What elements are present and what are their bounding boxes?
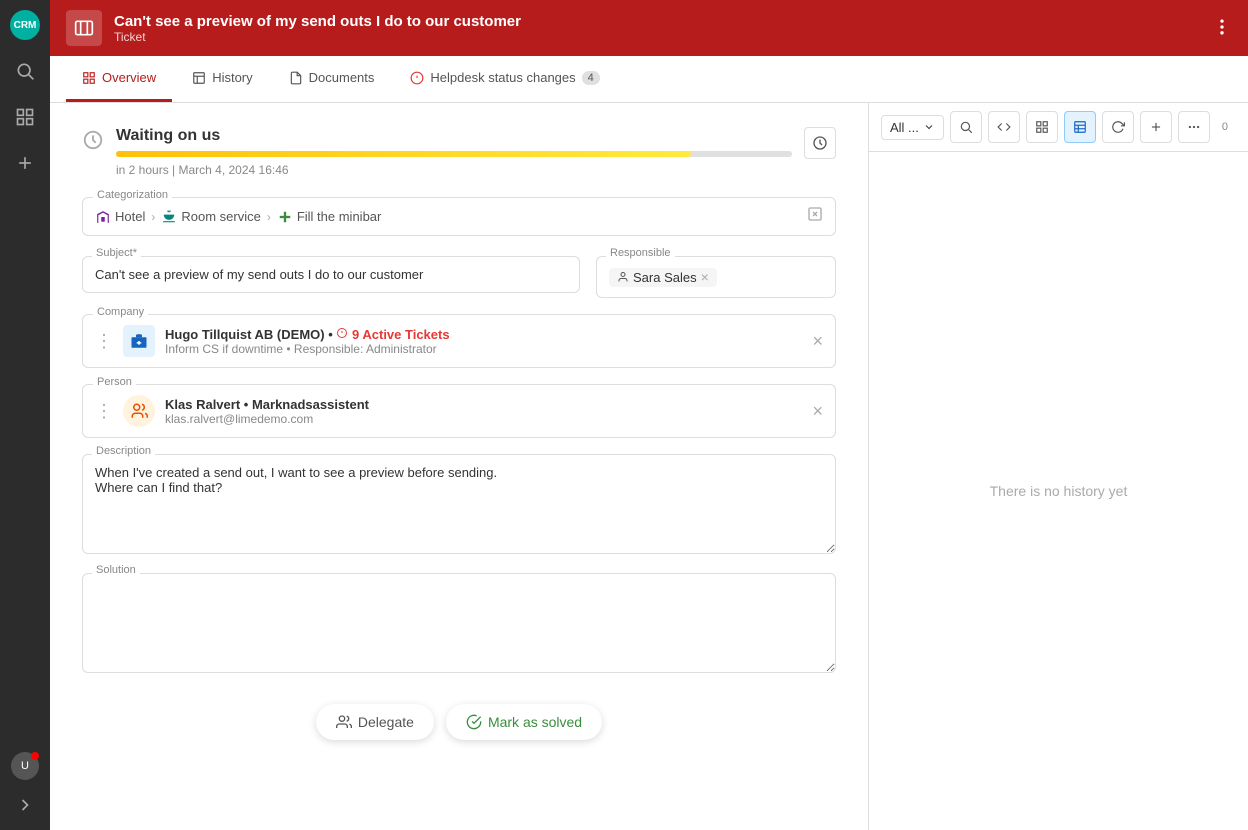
subject-responsible-row: Subject* Responsible Sara Sales × (82, 256, 836, 298)
mark-solved-button[interactable]: Mark as solved (446, 704, 602, 740)
person-email: klas.ralvert@limedemo.com (165, 412, 802, 426)
responsible-label: Responsible (606, 247, 675, 259)
company-remove-button[interactable]: × (812, 331, 823, 352)
page-subtitle: Ticket (114, 30, 521, 44)
grid-icon[interactable] (10, 102, 40, 132)
search-icon[interactable] (10, 56, 40, 86)
table-view-button[interactable] (1064, 111, 1096, 143)
solution-field: Solution (82, 573, 836, 676)
description-field: Description (82, 454, 836, 557)
add-button[interactable] (1140, 111, 1172, 143)
tabs-bar: Overview History Documents Helpdesk st (50, 56, 1248, 103)
action-bar: Delegate Mark as solved (82, 692, 836, 752)
categorization-field: Categorization Hotel › (82, 197, 836, 236)
cat-room-service: Room service (161, 209, 260, 225)
company-icon (123, 325, 155, 357)
status-dot (31, 752, 39, 760)
more-button[interactable] (1178, 111, 1210, 143)
sidebar: crm U (0, 0, 50, 830)
header-ticket-icon (66, 10, 102, 46)
description-textarea[interactable] (82, 454, 836, 554)
grid-view-button[interactable] (1026, 111, 1058, 143)
company-info: Hugo Tillquist AB (DEMO) • 9 Active Tick… (165, 327, 802, 356)
solution-label: Solution (92, 564, 140, 576)
filter-dropdown[interactable]: All ... (881, 115, 944, 140)
app-logo[interactable]: crm (10, 10, 40, 40)
cat-fill-minibar: Fill the minibar (277, 209, 382, 225)
tab-history[interactable]: History (176, 56, 268, 102)
company-drag-handle[interactable]: ⋮ (95, 331, 113, 352)
add-icon[interactable] (10, 148, 40, 178)
hotel-icon (95, 209, 111, 225)
history-empty-state: There is no history yet (869, 152, 1248, 830)
description-label: Description (92, 445, 155, 457)
more-options-button[interactable] (1212, 17, 1232, 40)
responsible-remove-button[interactable]: × (701, 270, 709, 284)
company-card: Company ⋮ H (82, 314, 836, 368)
status-section: Waiting on us in 2 hours | March 4, 2024… (82, 127, 836, 177)
header-bar: Can't see a preview of my send outs I do… (50, 0, 1248, 56)
timer-button[interactable] (804, 127, 836, 159)
subject-label: Subject* (92, 247, 141, 259)
company-subtitle: Inform CS if downtime • Responsible: Adm… (165, 342, 802, 356)
refresh-button[interactable] (1102, 111, 1134, 143)
company-label: Company (93, 306, 148, 318)
progress-bar (116, 151, 792, 157)
count-badge: 0 (1216, 121, 1234, 133)
right-toolbar: All ... (869, 103, 1248, 152)
page-title: Can't see a preview of my send outs I do… (114, 13, 521, 30)
form-panel: Waiting on us in 2 hours | March 4, 2024… (50, 103, 868, 830)
status-time: in 2 hours | March 4, 2024 16:46 (116, 163, 792, 177)
tab-documents[interactable]: Documents (273, 56, 391, 102)
categorization-label: Categorization (93, 189, 172, 201)
person-icon (123, 395, 155, 427)
cat-hotel: Hotel (95, 209, 145, 225)
company-name: Hugo Tillquist AB (DEMO) • 9 Active Tick… (165, 327, 802, 342)
subject-input[interactable] (82, 256, 580, 293)
delegate-button[interactable]: Delegate (316, 704, 434, 740)
tab-helpdesk[interactable]: Helpdesk status changes 4 (394, 56, 615, 102)
solution-textarea[interactable] (82, 573, 836, 673)
person-drag-handle[interactable]: ⋮ (95, 401, 113, 422)
room-service-icon (161, 209, 177, 225)
responsible-field: Responsible Sara Sales × (596, 256, 836, 298)
status-label: Waiting on us (116, 127, 792, 145)
person-label: Person (93, 376, 136, 388)
person-info: Klas Ralvert • Marknadsassistent klas.ra… (165, 397, 802, 426)
person-remove-button[interactable]: × (812, 401, 823, 422)
helpdesk-badge: 4 (582, 71, 600, 85)
clock-icon (82, 129, 104, 154)
right-panel: All ... (868, 103, 1248, 830)
tab-overview[interactable]: Overview (66, 56, 172, 102)
person-name: Klas Ralvert • Marknadsassistent (165, 397, 802, 412)
subject-field: Subject* (82, 256, 580, 298)
responsible-chip: Sara Sales × (609, 268, 717, 287)
expand-icon[interactable] (10, 790, 40, 820)
plus-icon (277, 209, 293, 225)
active-tickets-link[interactable]: 9 Active Tickets (336, 327, 449, 342)
person-card: Person ⋮ Kl (82, 384, 836, 438)
categorization-clear-button[interactable] (807, 206, 823, 227)
search-button[interactable] (950, 111, 982, 143)
code-button[interactable] (988, 111, 1020, 143)
progress-fill (116, 151, 691, 157)
responsible-input[interactable]: Sara Sales × (596, 256, 836, 298)
avatar[interactable]: U (11, 752, 39, 780)
